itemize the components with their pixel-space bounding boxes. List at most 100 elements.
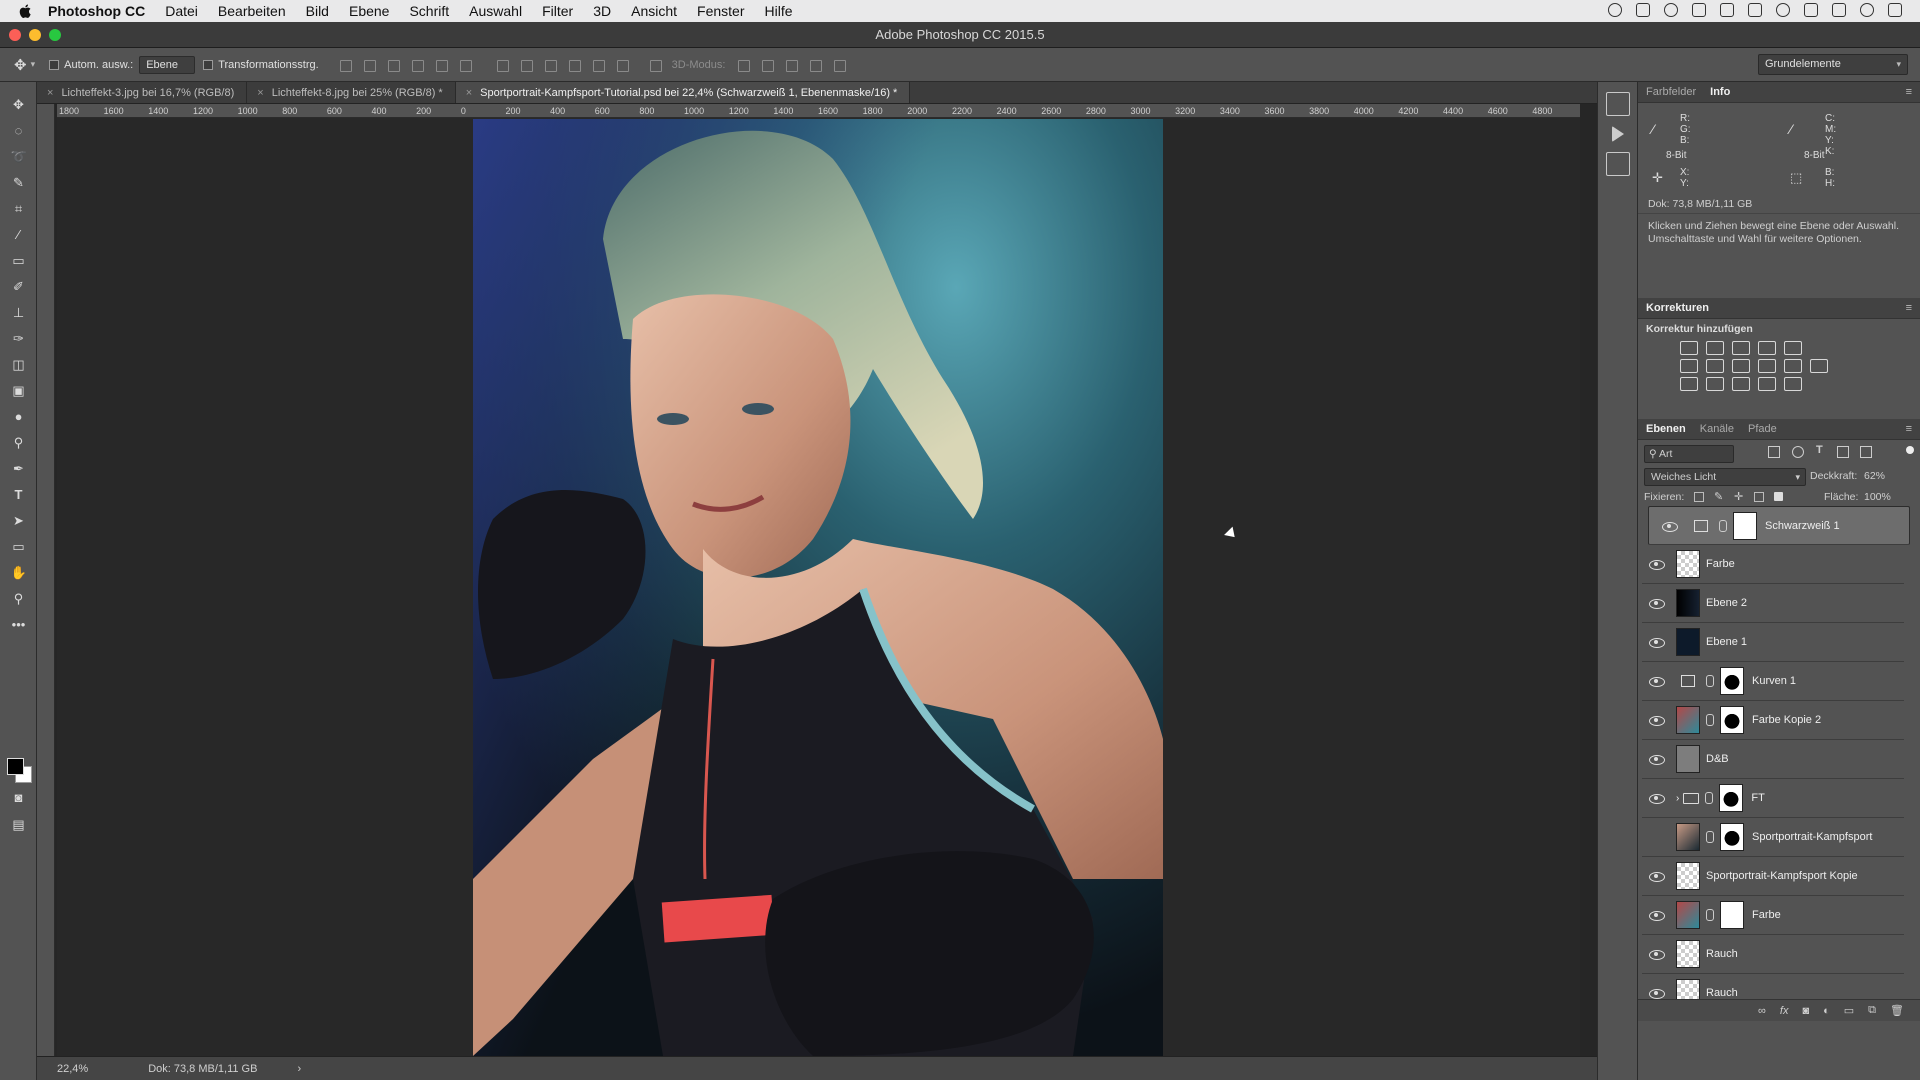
exposure-icon[interactable] [1758,341,1776,355]
menu-ansicht[interactable]: Ansicht [631,3,677,19]
type-tool[interactable]: T [0,482,37,508]
lasso-tool[interactable]: ➰ [0,144,37,170]
tab-kanaele[interactable]: Kanäle [1700,423,1734,435]
close-tab-icon[interactable]: × [257,87,263,99]
layer-sportportrait-kampfsport[interactable]: Sportportrait-Kampfsport [1642,818,1904,857]
align-left-icon[interactable] [410,58,424,72]
filter-type-icon[interactable]: T [1816,444,1823,456]
mask-link-icon[interactable] [1706,675,1714,687]
lock-artboard-icon[interactable] [1754,492,1764,502]
3d-rotate-icon[interactable] [736,58,751,72]
tab-korrekturen[interactable]: Korrekturen [1646,302,1709,314]
blend-mode-dropdown[interactable]: Weiches Licht ▾ [1644,468,1806,486]
mask-link-icon[interactable] [1706,714,1714,726]
hue-saturation-icon[interactable] [1680,359,1698,373]
path-select-tool[interactable]: ➤ [0,508,37,534]
distribute-vcenter-icon[interactable] [519,58,533,72]
sync-icon[interactable] [1636,3,1650,17]
filter-toggle[interactable] [1906,446,1914,454]
layer-ebene-1[interactable]: Ebene 1 [1642,623,1904,662]
align-bottom-icon[interactable] [386,58,400,72]
invert-icon[interactable] [1680,377,1698,391]
menu-datei[interactable]: Datei [165,3,198,19]
fx-icon[interactable]: fx [1780,1005,1789,1017]
panel-menu-icon[interactable]: ≡ [1906,302,1912,314]
panel-menu-icon[interactable]: ≡ [1906,86,1912,98]
filter-shape-icon[interactable] [1837,446,1849,458]
visibility-eye-icon[interactable] [1661,521,1679,532]
menu-fenster[interactable]: Fenster [697,3,744,19]
channel-mixer-icon[interactable] [1784,359,1802,373]
lock-transparency-icon[interactable] [1694,492,1704,502]
layer-schwarzweiss-1[interactable]: Schwarzweiß 1 [1648,506,1910,545]
workspace-dropdown[interactable]: Grundelemente ▾ [1758,54,1908,75]
tab-ebenen[interactable]: Ebenen [1646,423,1686,435]
panel-menu-icon[interactable]: ≡ [1906,423,1912,435]
history-brush-tool[interactable]: ✑ [0,326,37,352]
gradient-tool[interactable]: ▣ [0,378,37,404]
search-icon[interactable] [1860,3,1874,17]
align-hcenter-icon[interactable] [434,58,448,72]
transform-controls-checkbox[interactable] [203,59,214,70]
posterize-icon[interactable] [1706,377,1724,391]
new-adjustment-icon[interactable]: ◐ [1823,1005,1830,1017]
align-vcenter-icon[interactable] [362,58,376,72]
more-tools[interactable]: ••• [0,612,37,638]
zoom-window-button[interactable] [49,29,61,41]
3d-slide-icon[interactable] [808,58,823,72]
history-panel-icon[interactable] [1605,92,1630,116]
curves-icon[interactable] [1732,341,1750,355]
quick-mask-mode[interactable]: ◙ [0,785,37,811]
notification-icon[interactable] [1888,3,1902,17]
selective-color-icon[interactable] [1758,377,1776,391]
screen-mode[interactable]: ▤ [0,812,37,838]
apple-icon[interactable] [18,3,34,19]
add-mask-icon[interactable]: ◙ [1802,1005,1809,1017]
layer-farbe[interactable]: Farbe [1642,545,1904,584]
eyedropper-tool[interactable]: ⁄ [0,222,37,248]
tab-farbfelder[interactable]: Farbfelder [1646,86,1696,98]
new-layer-icon[interactable]: ⧉ [1868,1004,1876,1017]
link-layers-icon[interactable]: ∞ [1758,1005,1766,1017]
actions-panel-icon[interactable] [1611,126,1624,142]
black-white-icon[interactable] [1732,359,1750,373]
dodge-tool[interactable]: ⚲ [0,430,37,456]
opacity-input[interactable]: 62% [1864,470,1885,482]
layer-rauch[interactable]: Rauch [1642,935,1904,974]
preset-dropdown-icon[interactable]: ▾ [31,59,36,70]
zoom-level[interactable]: 22,4% [57,1063,88,1075]
layer-db[interactable]: D&B [1642,740,1904,779]
layer-rauch-2[interactable]: Rauch [1642,974,1904,999]
layer-farbe-kopie-2[interactable]: Farbe Kopie 2 [1642,701,1904,740]
levels-icon[interactable] [1706,341,1724,355]
menu-app-name[interactable]: Photoshop CC [48,3,145,19]
tab-sportportrait[interactable]: × Sportportrait-Kampfsport-Tutorial.psd b… [455,82,911,103]
lock-all-icon[interactable] [1774,492,1783,501]
clone-stamp-tool[interactable]: ⊥ [0,300,37,326]
visibility-eye-icon[interactable] [1648,715,1666,726]
visibility-eye-icon[interactable] [1648,598,1666,609]
visibility-eye-icon[interactable] [1648,754,1666,765]
layer-mask-thumbnail[interactable] [1719,784,1744,812]
tab-lichteffekt-3[interactable]: × Lichteffekt-3.jpg bei 16,7% (RGB/8) [37,82,248,103]
auto-align-icon[interactable] [648,58,662,72]
quick-select-tool[interactable]: ✎ [0,170,37,196]
layer-mask-thumbnail[interactable] [1720,667,1744,695]
wifi-icon[interactable] [1832,3,1846,17]
filter-smart-object-icon[interactable] [1860,446,1872,458]
layer-mask-thumbnail[interactable] [1733,511,1757,540]
tab-info[interactable]: Info [1710,86,1730,98]
document-canvas[interactable] [57,118,1580,1056]
lock-position-icon[interactable]: ✛ [1734,490,1743,503]
drive-icon[interactable] [1692,3,1706,17]
visibility-eye-icon[interactable] [1648,676,1666,687]
display-icon[interactable] [1720,3,1734,17]
shape-tool[interactable]: ▭ [0,534,37,560]
layer-group-ft[interactable]: › FT [1642,779,1904,818]
color-balance-icon[interactable] [1706,359,1724,373]
healing-brush-tool[interactable]: ▭ [0,248,37,274]
brightness-icon[interactable] [1680,341,1698,355]
auto-select-dropdown[interactable]: Ebene [139,55,196,74]
menu-ebene[interactable]: Ebene [349,3,389,19]
move-tool-preset-icon[interactable]: ✥ [14,56,27,74]
